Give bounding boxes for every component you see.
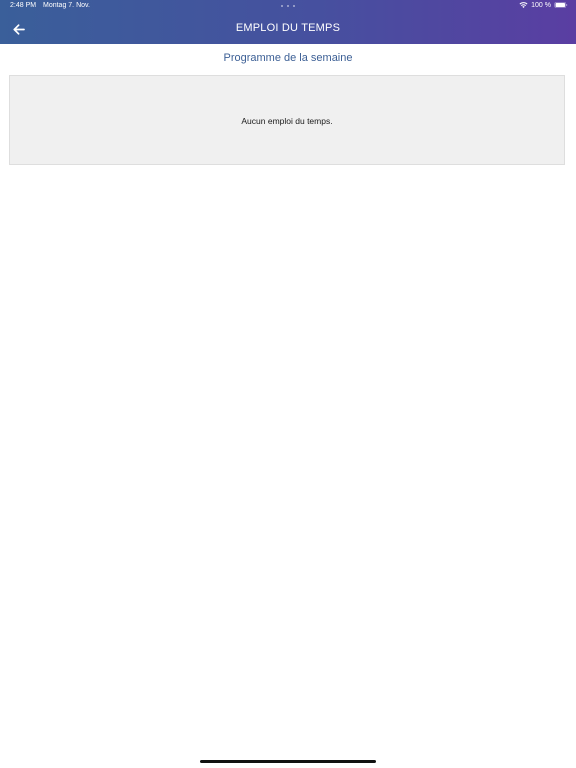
screen: 2:48 PM Montag 7. Nov. 100 % EMPLOI DU T [0,0,576,768]
wifi-icon [519,2,528,8]
status-time: 2:48 PM [10,2,37,9]
status-indicators: 100 % [519,1,568,9]
section-title: Programme de la semaine [223,52,353,64]
page-title: EMPLOI DU TEMPS [235,22,341,34]
multitasking-dots-icon[interactable] [281,5,295,8]
battery-percentage: 100 % [531,1,551,9]
empty-message: Aucun emploi du temps. [241,116,333,126]
schedule-empty-state: Aucun emploi du temps. [9,75,565,165]
home-indicator[interactable] [200,760,376,763]
battery-icon [554,2,568,8]
header-bar: 2:48 PM Montag 7. Nov. 100 % EMPLOI DU T [0,0,576,44]
status-date: Montag 7. Nov. [43,2,90,9]
